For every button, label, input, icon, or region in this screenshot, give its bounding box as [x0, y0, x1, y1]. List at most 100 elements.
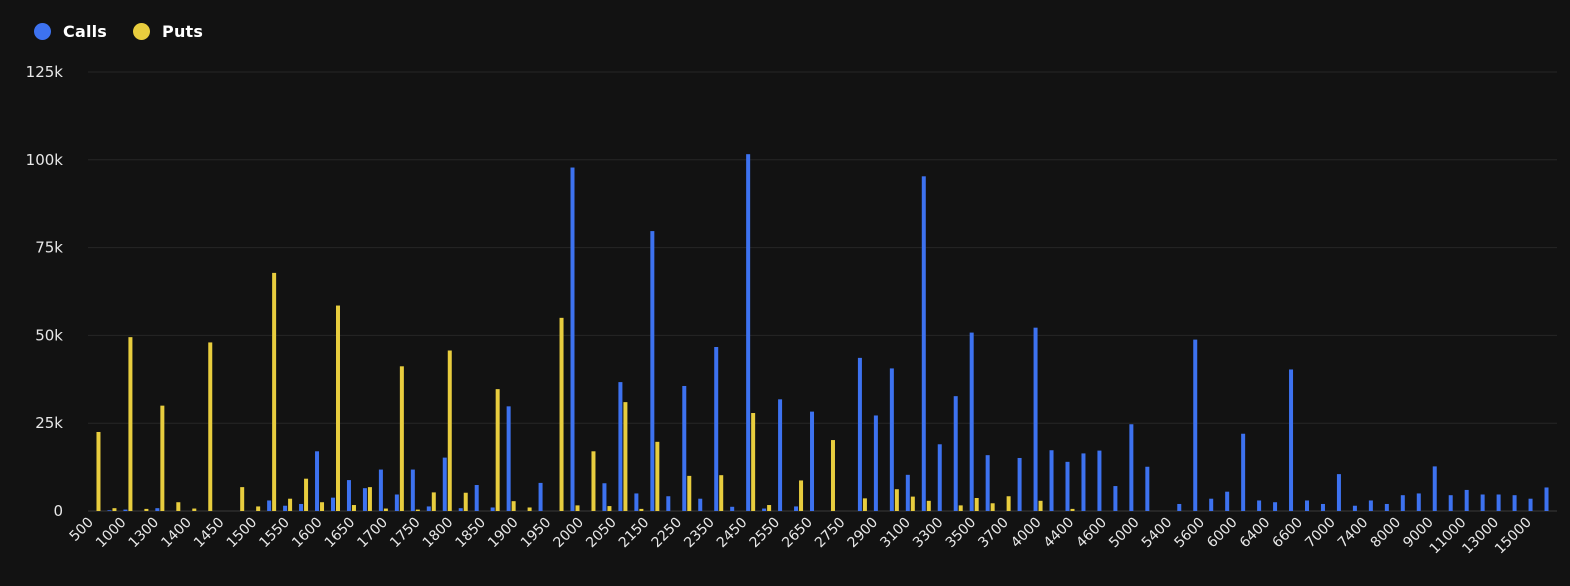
calls-bar[interactable] — [985, 455, 990, 511]
calls-bar[interactable] — [506, 406, 511, 511]
puts-bar[interactable] — [607, 506, 612, 511]
puts-bar[interactable] — [511, 501, 516, 511]
puts-bar[interactable] — [1006, 496, 1011, 511]
calls-bar[interactable] — [1496, 494, 1501, 511]
calls-bar[interactable] — [921, 176, 926, 511]
calls-bar[interactable] — [666, 496, 671, 511]
puts-bar[interactable] — [399, 366, 404, 511]
calls-bar[interactable] — [1448, 495, 1453, 511]
calls-bar[interactable] — [283, 505, 288, 511]
calls-bar[interactable] — [1017, 457, 1022, 511]
puts-bar[interactable] — [367, 487, 372, 511]
calls-bar[interactable] — [1097, 450, 1102, 511]
puts-bar[interactable] — [910, 496, 915, 511]
calls-bar[interactable] — [889, 368, 894, 511]
calls-bar[interactable] — [905, 474, 910, 511]
puts-bar[interactable] — [958, 505, 963, 511]
calls-bar[interactable] — [538, 482, 543, 511]
puts-bar[interactable] — [463, 492, 468, 511]
calls-bar[interactable] — [1368, 500, 1373, 511]
puts-bar[interactable] — [304, 478, 309, 511]
puts-bar[interactable] — [160, 405, 165, 511]
calls-bar[interactable] — [107, 510, 112, 511]
puts-bar[interactable] — [687, 475, 692, 511]
calls-bar[interactable] — [426, 506, 431, 511]
calls-bar[interactable] — [1432, 466, 1437, 511]
puts-bar[interactable] — [591, 451, 596, 511]
calls-bar[interactable] — [1400, 495, 1405, 511]
calls-bar[interactable] — [1225, 491, 1230, 511]
calls-bar[interactable] — [1384, 503, 1389, 511]
calls-bar[interactable] — [362, 488, 367, 511]
calls-bar[interactable] — [810, 411, 815, 511]
puts-bar[interactable] — [320, 502, 325, 511]
puts-bar[interactable] — [351, 505, 356, 511]
puts-bar[interactable] — [990, 503, 995, 511]
puts-bar[interactable] — [96, 431, 101, 511]
calls-bar[interactable] — [570, 167, 575, 511]
puts-bar[interactable] — [272, 272, 277, 511]
puts-bar[interactable] — [240, 487, 245, 511]
calls-bar[interactable] — [410, 469, 415, 511]
calls-bar[interactable] — [730, 506, 735, 511]
calls-bar[interactable] — [155, 508, 160, 511]
puts-bar[interactable] — [1038, 500, 1043, 511]
puts-bar[interactable] — [495, 389, 500, 511]
calls-bar[interactable] — [682, 385, 687, 511]
calls-bar[interactable] — [650, 231, 655, 511]
calls-bar[interactable] — [953, 396, 958, 511]
calls-bar[interactable] — [378, 469, 383, 511]
calls-bar[interactable] — [346, 480, 351, 511]
puts-bar[interactable] — [1070, 508, 1075, 511]
puts-bar[interactable] — [719, 475, 724, 511]
calls-bar[interactable] — [714, 346, 719, 511]
puts-bar[interactable] — [655, 441, 660, 511]
puts-bar[interactable] — [527, 507, 532, 511]
calls-bar[interactable] — [299, 503, 304, 511]
puts-bar[interactable] — [431, 492, 436, 511]
calls-bar[interactable] — [1320, 503, 1325, 511]
calls-bar[interactable] — [1193, 339, 1198, 511]
calls-bar[interactable] — [1257, 500, 1262, 511]
puts-bar[interactable] — [559, 317, 564, 511]
puts-bar[interactable] — [128, 337, 133, 511]
puts-bar[interactable] — [751, 413, 756, 511]
puts-bar[interactable] — [623, 402, 628, 511]
calls-bar[interactable] — [1033, 327, 1038, 511]
calls-bar[interactable] — [1177, 503, 1182, 511]
calls-bar[interactable] — [458, 508, 463, 511]
calls-bar[interactable] — [394, 494, 399, 511]
calls-bar[interactable] — [1241, 433, 1246, 511]
calls-bar[interactable] — [267, 500, 272, 511]
calls-bar[interactable] — [1129, 424, 1134, 511]
puts-bar[interactable] — [639, 508, 644, 511]
puts-bar[interactable] — [575, 505, 580, 511]
calls-bar[interactable] — [1464, 489, 1469, 511]
calls-bar[interactable] — [602, 483, 607, 511]
calls-bar[interactable] — [873, 415, 878, 511]
puts-bar[interactable] — [335, 305, 340, 511]
calls-bar[interactable] — [794, 506, 799, 511]
calls-bar[interactable] — [1544, 487, 1549, 511]
calls-bar[interactable] — [1049, 450, 1054, 511]
calls-bar[interactable] — [698, 498, 703, 511]
calls-bar[interactable] — [442, 457, 447, 511]
calls-bar[interactable] — [315, 451, 320, 511]
calls-bar[interactable] — [490, 507, 495, 511]
calls-bar[interactable] — [969, 332, 974, 511]
calls-bar[interactable] — [1065, 461, 1070, 511]
puts-bar[interactable] — [415, 509, 420, 511]
calls-bar[interactable] — [1416, 493, 1421, 511]
calls-bar[interactable] — [123, 509, 128, 511]
puts-bar[interactable] — [192, 508, 197, 511]
calls-bar[interactable] — [1336, 474, 1341, 511]
calls-bar[interactable] — [1145, 466, 1150, 511]
puts-bar[interactable] — [926, 500, 931, 511]
calls-bar[interactable] — [937, 444, 942, 511]
calls-bar[interactable] — [474, 485, 479, 511]
puts-bar[interactable] — [288, 498, 293, 511]
puts-bar[interactable] — [383, 508, 388, 511]
calls-bar[interactable] — [1352, 505, 1357, 511]
puts-bar[interactable] — [144, 508, 149, 511]
calls-bar[interactable] — [762, 508, 767, 511]
